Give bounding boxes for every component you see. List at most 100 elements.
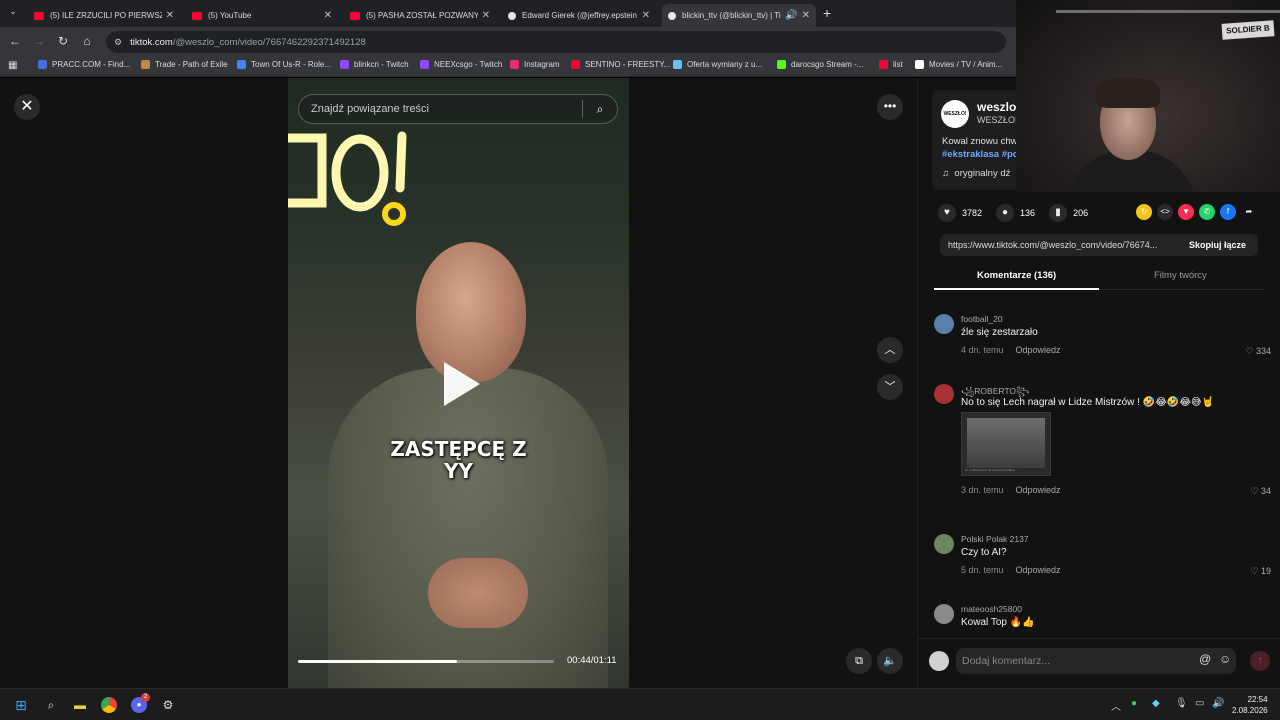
comment-username[interactable]: Polski Polak 2137	[961, 534, 1029, 544]
save-button[interactable]: ▮ 206	[1049, 204, 1088, 222]
comment-image[interactable]: Oi i metal konisz na samym początku...	[961, 412, 1051, 476]
system-clock[interactable]: 22:54 2.08.2026	[1232, 694, 1268, 716]
forward-arrow-icon[interactable]: →	[31, 34, 47, 48]
bookmark-item[interactable]: list	[879, 60, 903, 69]
comment-username[interactable]: football_20	[961, 314, 1003, 324]
bookmark-item[interactable]: Oferta wymiany z u...	[673, 60, 762, 69]
author-name[interactable]: weszlo	[977, 100, 1016, 114]
tab-search-chevron-icon[interactable]: ⌄	[6, 6, 20, 20]
pip-icon[interactable]: ⧉	[846, 648, 872, 674]
play-icon[interactable]	[444, 362, 480, 406]
comment-item: football_20 źle się zestarzało 4 dn. tem…	[934, 314, 1274, 364]
tray-chevron-up-icon[interactable]: ︿	[1111, 698, 1121, 713]
bookmark-item[interactable]: Movies / TV / Anim...	[915, 60, 1002, 69]
video-player[interactable]: ZASTĘPCĘ Z YY 00:44/01:11	[288, 78, 629, 688]
comment-button[interactable]: ● 136	[996, 204, 1035, 222]
steam-tray-icon[interactable]: ◆	[1152, 698, 1160, 709]
repost-icon[interactable]: ↻	[1136, 204, 1152, 220]
close-tab-icon[interactable]: ✕	[166, 10, 174, 21]
author-avatar[interactable]: WESZŁO!	[941, 100, 969, 128]
site-info-icon[interactable]: ⚙	[114, 37, 122, 48]
related-search-input[interactable]: Znajdź powiązane treści ⌕	[298, 94, 618, 124]
close-icon[interactable]: ✕	[14, 94, 40, 120]
close-tab-icon[interactable]: ✕	[482, 10, 490, 21]
heart-icon: ♥	[938, 204, 956, 222]
search-icon[interactable]: ⌕	[583, 102, 617, 117]
comment-like-button[interactable]: ♡ 34	[1250, 486, 1271, 497]
music-link[interactable]: ♫ oryginalny dź	[942, 168, 1010, 179]
search-icon[interactable]: ⌕	[43, 697, 59, 713]
bookmark-item[interactable]: Town Of Us-R - Role...	[237, 60, 331, 69]
reply-button[interactable]: Odpowiedz	[1016, 345, 1061, 355]
browser-tab[interactable]: (5) YouTube ✕	[186, 4, 338, 27]
close-tab-icon[interactable]: ✕	[324, 10, 332, 21]
windows-start-icon[interactable]: ⊞	[13, 697, 29, 713]
share-arrow-icon[interactable]: ➦	[1241, 204, 1257, 220]
address-bar[interactable]: ⚙ tiktok.com/@weszlo_com/video/766746229…	[106, 31, 1006, 53]
browser-tab[interactable]: (5) PASHA ZOSTAŁ POZWANY! | ✕	[344, 4, 496, 27]
bookmark-item[interactable]: NEEXcsgo - Twitch	[420, 60, 502, 69]
tray-app-icon[interactable]: ●	[1131, 698, 1137, 709]
bookmark-item[interactable]: Instagram	[510, 60, 560, 69]
new-tab-plus-icon[interactable]: +	[823, 5, 831, 21]
like-button[interactable]: ♥ 3782	[938, 204, 982, 222]
reply-button[interactable]: Odpowiedz	[1016, 565, 1061, 575]
bookmark-item[interactable]: PRACC.COM - Find...	[38, 60, 130, 69]
bookmark-item[interactable]: SENTINO - FREESTY...	[571, 60, 670, 69]
whatsapp-icon[interactable]: ✆	[1199, 204, 1215, 220]
browser-tab[interactable]: (5) ILE ZRZUCILI PO PIERWSZYM ✕	[28, 4, 180, 27]
bookmark-item[interactable]: Trade - Path of Exile	[141, 60, 228, 69]
network-icon[interactable]: ▭	[1195, 698, 1204, 709]
send-icon[interactable]: ▼	[1178, 204, 1194, 220]
bookmark-item[interactable]: blinkcn - Twitch	[340, 60, 409, 69]
browser-tab-active[interactable]: blickin_ttv (@blickin_ttv) | Ti 🔊 ✕	[662, 4, 816, 27]
browser-tab[interactable]: Edward Gierek (@jeffrey.epstein ✕	[502, 4, 656, 27]
comment-meta: 4 dn. temu Odpowiedz	[961, 345, 1061, 355]
comment-input[interactable]: Dodaj komentarz...	[956, 648, 1236, 674]
heart-outline-icon: ♡	[1245, 346, 1254, 356]
home-icon[interactable]: ⌂	[79, 34, 95, 48]
heart-outline-icon: ♡	[1250, 486, 1259, 496]
hashtags[interactable]: #ekstraklasa #po	[942, 149, 1019, 160]
steam-overlay-icon[interactable]: ⚙	[160, 697, 176, 713]
mention-at-icon[interactable]: @	[1199, 652, 1211, 666]
back-arrow-icon[interactable]: ←	[7, 34, 23, 48]
shelf	[1056, 10, 1280, 13]
avatar[interactable]	[934, 604, 954, 624]
comment-like-button[interactable]: ♡ 334	[1245, 346, 1271, 357]
reload-icon[interactable]: ↻	[55, 34, 71, 48]
next-video-chevron-down-icon[interactable]: ﹀	[877, 374, 903, 400]
reply-button[interactable]: Odpowiedz	[1016, 485, 1061, 495]
avatar[interactable]	[934, 314, 954, 334]
avatar[interactable]	[934, 534, 954, 554]
avatar[interactable]	[934, 384, 954, 404]
tab-creator-videos[interactable]: Filmy twórcy	[1154, 270, 1207, 281]
emoji-icon[interactable]: ☺	[1219, 652, 1231, 666]
chrome-icon[interactable]	[101, 697, 117, 713]
file-explorer-icon[interactable]: ▬	[72, 697, 88, 713]
volume-icon[interactable]: 🔊	[1212, 698, 1224, 709]
comment-text: Kowal Top 🔥👍	[961, 617, 1035, 628]
progress-bar[interactable]	[298, 660, 554, 663]
comment-list[interactable]: football_20 źle się zestarzało 4 dn. tem…	[918, 304, 1280, 634]
tiktok-icon	[508, 11, 516, 20]
speaker-icon[interactable]: 🔊	[785, 10, 797, 21]
close-tab-icon[interactable]: ✕	[802, 10, 810, 21]
previous-video-chevron-up-icon[interactable]: ︿	[877, 337, 903, 363]
tab-comments[interactable]: Komentarze (136)	[977, 270, 1056, 281]
bookmark-item[interactable]: darocsgo Stream -...	[777, 60, 863, 69]
volume-icon[interactable]: 🔈	[877, 648, 903, 674]
copy-link-button[interactable]: Skopiuj łącze	[1177, 240, 1258, 250]
windows-taskbar: ⊞ ⌕ ▬ ● 2 ⚙ ︿ ● ◆ 🎙 ▭ 🔊 22:54 2.08.2026	[0, 688, 1280, 720]
comment-username[interactable]: mateoosh25800	[961, 604, 1022, 614]
bookmark-favicon-icon	[777, 60, 786, 69]
microphone-icon[interactable]: 🎙	[1175, 698, 1188, 709]
embed-code-icon[interactable]: <>	[1157, 204, 1173, 220]
comment-image-caption: Oi i metal konisz na samym początku...	[965, 468, 1018, 472]
send-comment-arrow-icon[interactable]: ↑	[1250, 651, 1270, 671]
apps-grid-icon[interactable]: ▦	[8, 60, 17, 71]
more-options-icon[interactable]: •••	[877, 94, 903, 120]
facebook-icon[interactable]: f	[1220, 204, 1236, 220]
close-tab-icon[interactable]: ✕	[642, 10, 650, 21]
comment-like-button[interactable]: ♡ 19	[1250, 566, 1271, 577]
